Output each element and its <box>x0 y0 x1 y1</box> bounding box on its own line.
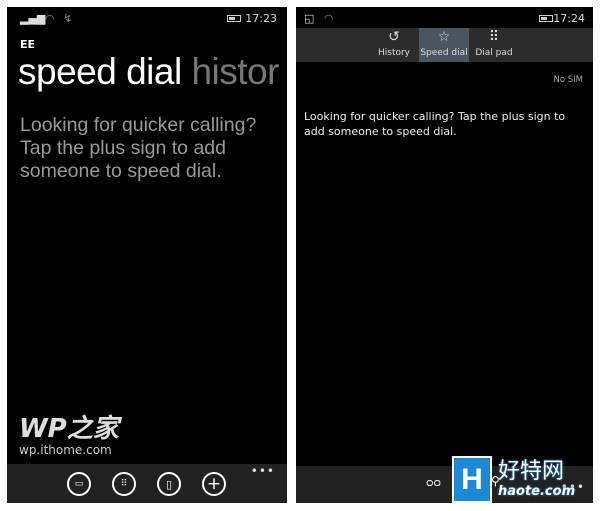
add-icon: + <box>206 474 222 494</box>
tab-label: History <box>377 48 411 58</box>
haote-watermark: H 好特网 haote.com <box>452 456 575 503</box>
empty-message: Looking for quicker calling? Tap the plu… <box>304 110 566 138</box>
add-button[interactable]: + <box>202 472 226 496</box>
wifi-icon: ◠ <box>324 12 334 25</box>
watermark: WP之家 wp.ithome.com <box>19 415 119 457</box>
clock: 17:23 <box>245 12 277 25</box>
dialpad-icon: ⠿ <box>120 479 128 489</box>
voicemail-button[interactable]: ▭ <box>67 472 91 496</box>
tab-label: Dial pad <box>475 48 513 58</box>
tab-history[interactable]: ↺ History <box>374 28 414 62</box>
status-bar: ◱ ◠ 17:24 <box>296 12 593 26</box>
notification-icon: ◱ <box>304 12 315 25</box>
dialpad-button[interactable]: ⠿ <box>112 472 136 496</box>
battery-icon <box>539 15 553 22</box>
pivot-history[interactable]: histor <box>191 51 279 92</box>
left-phone-screen: ▂▄▆ ◠ ↯ 17:23 EE speed dial histor Looki… <box>7 7 287 503</box>
battery-icon <box>227 15 241 22</box>
carrier-name: EE <box>20 38 36 51</box>
pivot-speed-dial[interactable]: speed dial <box>18 51 182 92</box>
tab-speed-dial[interactable]: ☆ Speed dial <box>419 28 469 62</box>
watermark-logo: WP之家 <box>19 414 119 444</box>
clock: 17:24 <box>553 12 585 25</box>
contacts-button[interactable]: ▯ <box>157 472 181 496</box>
dialpad-icon: ⠿ <box>488 29 500 45</box>
wifi-icon: ◠ <box>45 12 55 25</box>
pivot-header: speed dial histor <box>18 51 279 93</box>
history-icon: ↺ <box>388 29 400 45</box>
signal-icon: ▂▄▆ <box>20 12 46 25</box>
sim-status: No SIM <box>553 75 584 85</box>
empty-message: Looking for quicker calling? Tap the plu… <box>20 114 257 182</box>
contacts-icon: ▯ <box>165 477 173 491</box>
watermark-url: wp.ithome.com <box>19 443 112 457</box>
tab-dial-pad[interactable]: ⠿ Dial pad <box>472 28 516 62</box>
more-button[interactable]: ••• <box>251 464 275 478</box>
voicemail-button[interactable]: ᴑᴑ <box>426 476 441 489</box>
star-icon: ☆ <box>437 29 451 45</box>
haote-en: haote.com <box>498 484 576 499</box>
sync-icon: ↯ <box>63 12 73 25</box>
voicemail-icon: ▭ <box>74 479 84 489</box>
tab-bar: ↺ History ☆ Speed dial ⠿ Dial pad <box>296 28 593 62</box>
right-phone-screen: ◱ ◠ 17:24 ↺ History ☆ Speed dial ⠿ Dial … <box>296 7 593 503</box>
haote-cn: 好特网 <box>498 459 565 484</box>
status-bar: ▂▄▆ ◠ ↯ 17:23 <box>7 12 287 26</box>
haote-logo: H <box>452 456 492 503</box>
app-bar: ▭ ⠿ ▯ + ••• <box>7 464 287 503</box>
tab-label: Speed dial <box>420 48 468 58</box>
